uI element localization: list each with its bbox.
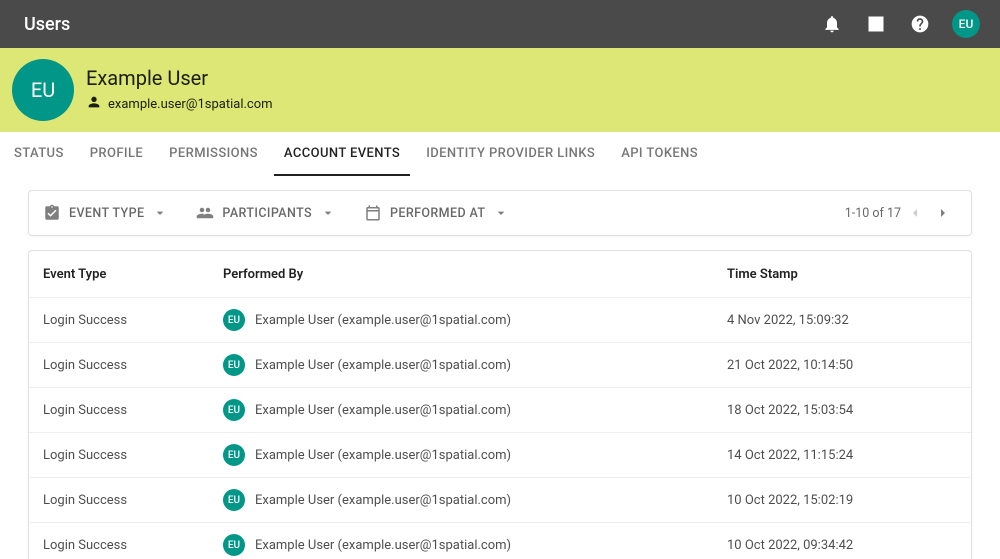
cell-event-type: Login Success — [43, 448, 223, 463]
filter-event-type[interactable]: EVENT TYPE — [43, 204, 168, 222]
filter-bar-card: EVENT TYPE PARTICIPANTS PERFORMED AT 1-1… — [28, 190, 972, 236]
chevron-right-icon — [935, 205, 951, 221]
help-icon[interactable] — [908, 12, 932, 36]
app-bar: Users EU — [0, 0, 1000, 48]
events-table-card: Event Type Performed By Time Stamp Login… — [28, 250, 972, 559]
cell-timestamp: 21 Oct 2022, 10:14:50 — [727, 358, 957, 373]
cell-event-type: Login Success — [43, 493, 223, 508]
tab-idp-links[interactable]: IDENTITY PROVIDER LINKS — [416, 132, 605, 176]
cell-performed-by: EU Example User (example.user@1spatial.co… — [223, 444, 727, 466]
user-email: example.user@1spatial.com — [108, 97, 273, 112]
table-row[interactable]: Login SuccessEU Example User (example.use… — [29, 297, 971, 342]
cell-event-type: Login Success — [43, 538, 223, 553]
prev-page-button[interactable] — [901, 199, 929, 227]
filter-participants[interactable]: PARTICIPANTS — [196, 204, 336, 222]
performed-by-text: Example User (example.user@1spatial.com) — [255, 538, 511, 553]
table-row[interactable]: Login SuccessEU Example User (example.use… — [29, 342, 971, 387]
assignment-icon — [43, 204, 61, 222]
chevron-left-icon — [907, 205, 923, 221]
pagination: 1-10 of 17 — [845, 199, 957, 227]
table-row[interactable]: Login SuccessEU Example User (example.use… — [29, 387, 971, 432]
cell-performed-by: EU Example User (example.user@1spatial.co… — [223, 399, 727, 421]
chevron-down-icon — [152, 205, 168, 221]
avatar: EU — [223, 399, 245, 421]
filter-participants-label: PARTICIPANTS — [222, 206, 312, 221]
filter-event-type-label: EVENT TYPE — [69, 206, 144, 221]
person-icon — [86, 94, 108, 114]
notifications-icon[interactable] — [820, 12, 844, 36]
table-header: Event Type Performed By Time Stamp — [29, 251, 971, 297]
tabs: STATUS PROFILE PERMISSIONS ACCOUNT EVENT… — [0, 132, 1000, 176]
avatar: EU — [223, 444, 245, 466]
user-name: Example User — [86, 66, 273, 90]
cell-event-type: Login Success — [43, 358, 223, 373]
tab-api-tokens[interactable]: API TOKENS — [611, 132, 708, 176]
cell-performed-by: EU Example User (example.user@1spatial.co… — [223, 354, 727, 376]
cell-timestamp: 18 Oct 2022, 15:03:54 — [727, 403, 957, 418]
next-page-button[interactable] — [929, 199, 957, 227]
avatar: EU — [223, 354, 245, 376]
col-performed-by: Performed By — [223, 267, 727, 282]
user-avatar[interactable]: EU — [952, 10, 980, 38]
table-row[interactable]: Login SuccessEU Example User (example.use… — [29, 432, 971, 477]
performed-by-text: Example User (example.user@1spatial.com) — [255, 448, 511, 463]
people-icon — [196, 204, 214, 222]
pagination-label: 1-10 of 17 — [845, 206, 901, 221]
cell-timestamp: 14 Oct 2022, 11:15:24 — [727, 448, 957, 463]
calendar-icon — [364, 204, 382, 222]
col-time-stamp: Time Stamp — [727, 267, 957, 282]
tab-permissions[interactable]: PERMISSIONS — [159, 132, 268, 176]
table-row[interactable]: Login SuccessEU Example User (example.use… — [29, 522, 971, 559]
tab-account-events[interactable]: ACCOUNT EVENTS — [274, 132, 410, 176]
filter-performed-at[interactable]: PERFORMED AT — [364, 204, 509, 222]
tab-status[interactable]: STATUS — [4, 132, 74, 176]
avatar: EU — [223, 534, 245, 556]
cell-timestamp: 4 Nov 2022, 15:09:32 — [727, 313, 957, 328]
performed-by-text: Example User (example.user@1spatial.com) — [255, 313, 511, 328]
cell-timestamp: 10 Oct 2022, 15:02:19 — [727, 493, 957, 508]
avatar: EU — [223, 309, 245, 331]
chevron-down-icon — [320, 205, 336, 221]
avatar: EU — [223, 489, 245, 511]
performed-by-text: Example User (example.user@1spatial.com) — [255, 493, 511, 508]
performed-by-text: Example User (example.user@1spatial.com) — [255, 358, 511, 373]
tab-profile[interactable]: PROFILE — [80, 132, 153, 176]
performed-by-text: Example User (example.user@1spatial.com) — [255, 403, 511, 418]
col-event-type: Event Type — [43, 267, 223, 282]
analytics-icon[interactable] — [864, 12, 888, 36]
user-banner: EU Example User example.user@1spatial.co… — [0, 48, 1000, 132]
cell-timestamp: 10 Oct 2022, 09:34:42 — [727, 538, 957, 553]
user-avatar-large: EU — [12, 59, 74, 121]
cell-performed-by: EU Example User (example.user@1spatial.co… — [223, 534, 727, 556]
cell-event-type: Login Success — [43, 403, 223, 418]
cell-performed-by: EU Example User (example.user@1spatial.co… — [223, 309, 727, 331]
page-title: Users — [24, 14, 70, 35]
table-row[interactable]: Login SuccessEU Example User (example.use… — [29, 477, 971, 522]
cell-event-type: Login Success — [43, 313, 223, 328]
filter-performed-at-label: PERFORMED AT — [390, 206, 485, 221]
cell-performed-by: EU Example User (example.user@1spatial.co… — [223, 489, 727, 511]
chevron-down-icon — [493, 205, 509, 221]
